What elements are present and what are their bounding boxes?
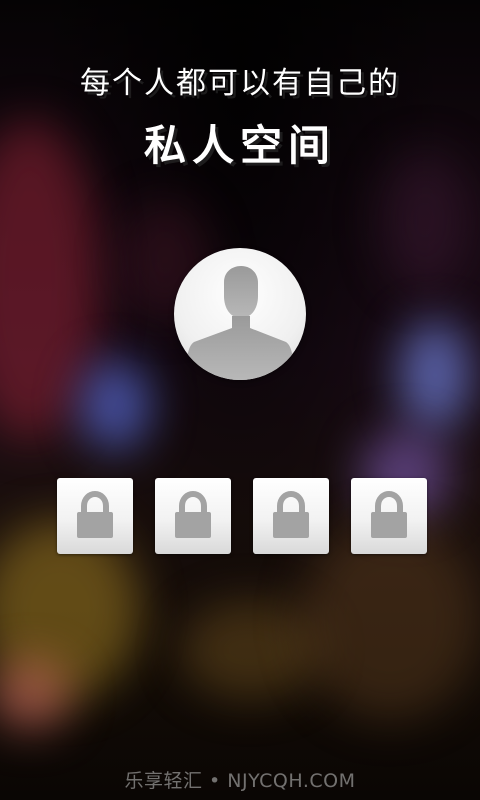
person-silhouette-icon	[186, 266, 294, 380]
lock-button-4[interactable]	[351, 478, 427, 554]
lock-icon	[77, 490, 113, 538]
avatar[interactable]	[174, 248, 306, 380]
lock-icon	[371, 490, 407, 538]
bg-light-blue-right	[400, 320, 470, 430]
headline-line-2: 私人空间	[143, 121, 336, 170]
lock-button-2[interactable]	[155, 478, 231, 554]
bg-light-pink	[0, 660, 70, 730]
bg-light-amber	[180, 600, 320, 700]
lock-button-row	[57, 478, 427, 554]
lock-button-3[interactable]	[253, 478, 329, 554]
bg-light-blue-left	[80, 360, 150, 450]
headline-line-1: 每个人都可以有自己的	[80, 66, 400, 101]
lock-icon	[175, 490, 211, 538]
footer-watermark: 乐享轻汇 • NJYCQH.COM	[124, 770, 356, 792]
lock-icon	[273, 490, 309, 538]
lock-button-1[interactable]	[57, 478, 133, 554]
